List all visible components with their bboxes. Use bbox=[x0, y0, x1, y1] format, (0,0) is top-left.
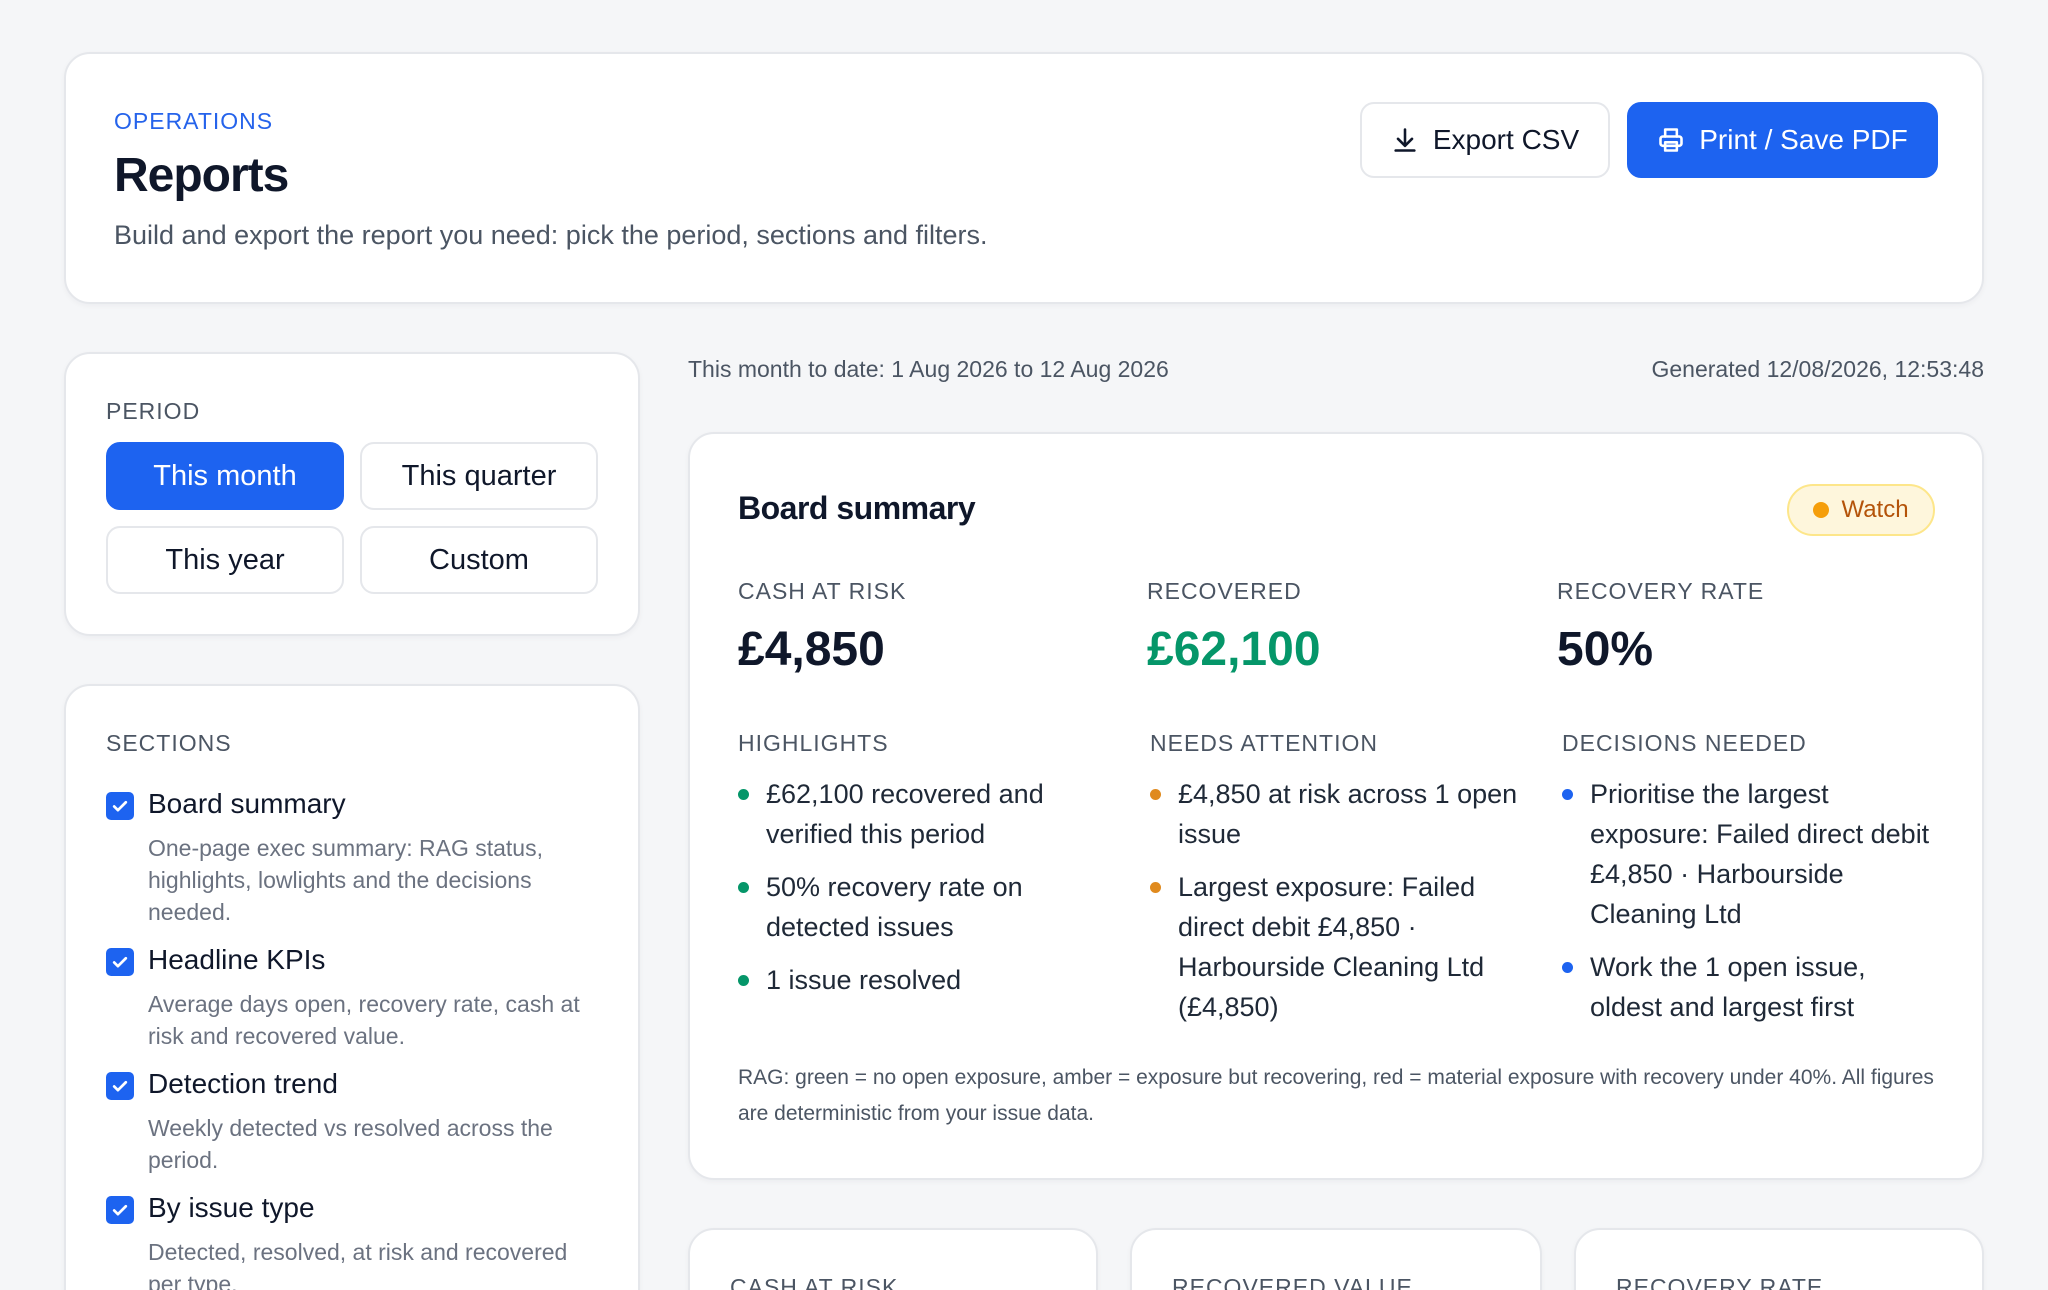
period-card: PERIOD This month This quarter This year… bbox=[64, 352, 640, 636]
kpi-card-recovered-value: RECOVERED VALUE bbox=[1130, 1228, 1542, 1290]
needs-attention-title: NEEDS ATTENTION bbox=[1150, 730, 1378, 756]
check-icon bbox=[112, 800, 128, 812]
decisions-needed-title: DECISIONS NEEDED bbox=[1562, 730, 1807, 756]
kpi-card-cash-at-risk: CASH AT RISK bbox=[688, 1228, 1098, 1290]
print-pdf-label: Print / Save PDF bbox=[1699, 124, 1908, 155]
download-icon bbox=[1394, 128, 1416, 152]
rag-status-badge: Watch bbox=[1787, 484, 1935, 536]
section-item-title: Headline KPIs bbox=[148, 944, 326, 975]
by-issue-type-checkbox[interactable] bbox=[106, 1196, 134, 1224]
rag-status-label: Watch bbox=[1841, 496, 1909, 523]
page-header: OPERATIONS Reports Build and export the … bbox=[64, 52, 1984, 304]
list-item: 1 issue resolved bbox=[738, 960, 1078, 1000]
headline-kpis-checkbox[interactable] bbox=[106, 948, 134, 976]
kpi-card-label: RECOVERY RATE bbox=[1616, 1274, 1824, 1290]
page-subtitle: Build and export the report you need: pi… bbox=[114, 220, 988, 250]
kpi-recovery-rate-value: 50% bbox=[1557, 623, 1654, 676]
kpi-cash-at-risk-label: CASH AT RISK bbox=[738, 578, 907, 604]
list-item: £62,100 recovered and verified this peri… bbox=[738, 774, 1078, 854]
list-item: Work the 1 open issue, oldest and larges… bbox=[1562, 947, 1932, 1027]
kpi-recovered-value: £62,100 bbox=[1147, 623, 1321, 676]
printer-icon bbox=[1659, 128, 1684, 152]
sections-card: SECTIONS Board summary One-page exec sum… bbox=[64, 684, 640, 1290]
section-item-description: Detected, resolved, at risk and recovere… bbox=[148, 1239, 568, 1290]
export-csv-button[interactable]: Export CSV bbox=[1360, 102, 1610, 178]
export-csv-label: Export CSV bbox=[1432, 124, 1580, 155]
section-item-title: By issue type bbox=[148, 1192, 315, 1223]
period-this-year-button[interactable]: This year bbox=[106, 526, 344, 594]
kpi-card-label: CASH AT RISK bbox=[730, 1274, 899, 1290]
decisions-needed-list: Prioritise the largest exposure: Failed … bbox=[1562, 774, 1932, 1040]
list-item: Largest exposure: Failed direct debit £4… bbox=[1150, 867, 1530, 1027]
check-icon bbox=[112, 1204, 128, 1216]
section-item-title: Board summary bbox=[148, 788, 346, 819]
list-item: 50% recovery rate on detected issues bbox=[738, 867, 1078, 947]
section-eyebrow: OPERATIONS bbox=[114, 108, 274, 134]
kpi-recovery-rate-label: RECOVERY RATE bbox=[1557, 578, 1765, 604]
kpi-card-recovery-rate: RECOVERY RATE bbox=[1574, 1228, 1984, 1290]
page-title: Reports bbox=[114, 149, 289, 202]
status-dot-icon bbox=[1813, 502, 1830, 518]
kpi-recovered-label: RECOVERED bbox=[1147, 578, 1302, 604]
rag-explanation-note: RAG: green = no open exposure, amber = e… bbox=[738, 1066, 1934, 1125]
section-item-description: Average days open, recovery rate, cash a… bbox=[148, 991, 580, 1049]
highlights-title: HIGHLIGHTS bbox=[738, 730, 889, 756]
section-item-description: Weekly detected vs resolved across the p… bbox=[148, 1115, 553, 1173]
period-label: PERIOD bbox=[106, 398, 201, 424]
period-this-quarter-button[interactable]: This quarter bbox=[360, 442, 598, 510]
highlights-list: £62,100 recovered and verified this peri… bbox=[738, 774, 1078, 1013]
list-item: Prioritise the largest exposure: Failed … bbox=[1562, 774, 1932, 934]
list-item: £4,850 at risk across 1 open issue bbox=[1150, 774, 1530, 854]
report-date-range: This month to date: 1 Aug 2026 to 12 Aug… bbox=[688, 356, 1169, 382]
board-summary-card: Board summary Watch CASH AT RISK £4,850 … bbox=[688, 432, 1984, 1180]
check-icon bbox=[112, 956, 128, 968]
period-this-month-button[interactable]: This month bbox=[106, 442, 344, 510]
board-summary-checkbox[interactable] bbox=[106, 792, 134, 820]
generated-timestamp: Generated 12/08/2026, 12:53:48 bbox=[1651, 356, 1984, 382]
check-icon bbox=[112, 1080, 128, 1092]
kpi-cash-at-risk-value: £4,850 bbox=[738, 623, 885, 676]
detection-trend-checkbox[interactable] bbox=[106, 1072, 134, 1100]
kpi-card-label: RECOVERED VALUE bbox=[1172, 1274, 1413, 1290]
print-pdf-button[interactable]: Print / Save PDF bbox=[1627, 102, 1938, 178]
section-item-description: One-page exec summary: RAG status, highl… bbox=[148, 835, 543, 925]
needs-attention-list: £4,850 at risk across 1 open issue Large… bbox=[1150, 774, 1530, 1040]
board-summary-title: Board summary bbox=[738, 490, 976, 526]
period-custom-button[interactable]: Custom bbox=[360, 526, 598, 594]
sections-label: SECTIONS bbox=[106, 730, 232, 756]
section-item-title: Detection trend bbox=[148, 1068, 338, 1099]
